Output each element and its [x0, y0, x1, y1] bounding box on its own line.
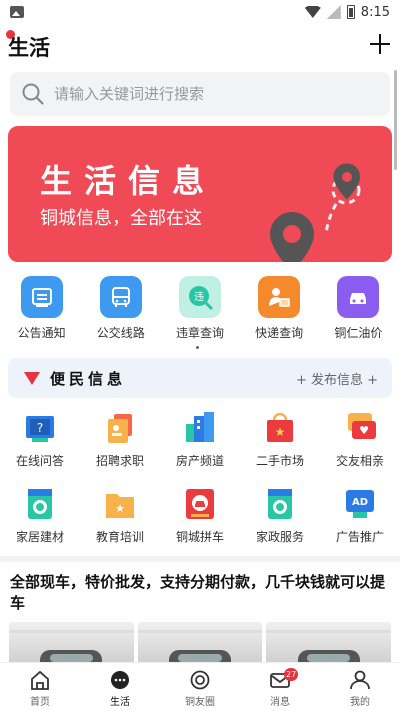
tab-label: 铜友圈 — [185, 697, 215, 708]
profile-icon — [350, 670, 370, 690]
grid-item-secondhand[interactable]: ★ 二手市场 — [240, 408, 320, 474]
tab-label: 生活 — [110, 697, 130, 708]
search-icon — [22, 83, 44, 105]
banner-subtitle: 铜城信息，全部在这 — [40, 208, 202, 229]
qa-book-icon: ? — [26, 416, 54, 442]
grid-item-label: 二手市场 — [255, 454, 304, 468]
scrollbar[interactable] — [394, 70, 397, 170]
tab-messages[interactable]: 27 消息 — [240, 663, 320, 711]
tab-label: 消息 — [270, 697, 290, 708]
courier-icon — [258, 276, 301, 318]
page-title: 生活 — [8, 36, 50, 60]
grid-item-recruit[interactable]: 招聘求职 — [80, 408, 160, 474]
section-header: 便民信息 + 发布信息 + — [8, 358, 392, 398]
status-bar: 8:15 — [0, 0, 400, 24]
grid-item-housekeeping[interactable]: 家政服务 — [240, 484, 320, 550]
shopping-bag-icon: ★ — [267, 412, 293, 442]
banner-title: 生活信息 — [40, 162, 217, 200]
grid-item-carpool[interactable]: 铜城拼车 — [160, 484, 240, 550]
grid-item-label: 广告推广 — [335, 530, 384, 544]
folder-star-icon: ★ — [106, 494, 134, 518]
carpool-icon — [186, 489, 214, 519]
recruit-icon — [108, 414, 132, 443]
grid-item-label: 交友相亲 — [335, 454, 384, 468]
add-icon[interactable] — [370, 34, 390, 54]
gallery-notification-icon — [10, 6, 24, 18]
grid-item-home-building[interactable]: 家居建材 — [0, 484, 80, 550]
tab-profile[interactable]: 我的 — [320, 663, 400, 711]
quick-item-courier[interactable]: 快递查询 — [241, 276, 317, 346]
bus-icon — [99, 276, 142, 318]
tab-label: 我的 — [350, 697, 370, 708]
car-fuel-icon — [337, 276, 380, 318]
quick-item-label: 违章查询 — [175, 326, 224, 340]
svg-text:违: 违 — [194, 291, 204, 303]
grid-item-label: 家居建材 — [15, 530, 64, 544]
battery-icon — [346, 5, 355, 19]
grid-item-ads[interactable]: AD 广告推广 — [320, 484, 400, 550]
grid-item-label: 家政服务 — [255, 530, 304, 544]
banner[interactable]: 生活信息 铜城信息，全部在这 — [8, 126, 392, 262]
post-card[interactable]: 全部现车，特价批发，支持分期付款，几千块钱就可以提车 — [0, 572, 400, 672]
svg-text:?: ? — [37, 421, 43, 435]
quick-item-label: 公告通知 — [17, 326, 66, 340]
svg-text:♥: ♥ — [359, 424, 369, 437]
chat-heart-icon: ♥ — [348, 413, 376, 439]
section-divider — [0, 556, 400, 562]
quick-item-bus[interactable]: 公交线路 — [83, 276, 159, 346]
grid-item-label: 教育培训 — [95, 530, 144, 544]
svg-text:AD: AD — [352, 497, 368, 508]
ad-icon: AD — [346, 490, 374, 518]
building-icon — [186, 412, 214, 442]
announcement-icon — [20, 276, 63, 318]
grid-item-label: 在线问答 — [15, 454, 64, 468]
search-input[interactable] — [54, 85, 354, 103]
signal-icon — [326, 5, 341, 19]
grid-item-qa[interactable]: ? 在线问答 — [0, 408, 80, 474]
tab-home[interactable]: 首页 — [0, 663, 80, 711]
grid-item-label: 招聘求职 — [95, 454, 144, 468]
grid-item-dating[interactable]: ♥ 交友相亲 — [320, 408, 400, 474]
bottom-tab-bar: 首页 生活 铜友圈 27 消息 我的 — [0, 662, 400, 711]
tab-label: 首页 — [30, 697, 50, 708]
quick-item-announcement[interactable]: 公告通知 — [4, 276, 80, 346]
svg-text:★: ★ — [115, 502, 125, 515]
violation-query-icon: 违 — [178, 276, 221, 318]
quick-item-label: 快递查询 — [255, 326, 304, 340]
map-pin-icon — [270, 163, 361, 262]
grid-item-label: 铜城拼车 — [175, 530, 224, 544]
circle-icon — [190, 670, 210, 690]
wifi-icon — [304, 6, 321, 18]
grid-item-education[interactable]: ★ 教育培训 — [80, 484, 160, 550]
section-title: 便民信息 — [50, 370, 127, 388]
quick-item-label: 铜仁油价 — [334, 326, 383, 340]
unread-badge: 27 — [284, 668, 299, 681]
pager-dot — [196, 346, 199, 349]
quick-item-label: 公交线路 — [96, 326, 145, 340]
grid-item-property[interactable]: 房产频道 — [160, 408, 240, 474]
tab-circle[interactable]: 铜友圈 — [160, 663, 240, 711]
quick-item-fuel[interactable]: 铜仁油价 — [320, 276, 396, 346]
search-bar[interactable] — [10, 72, 390, 116]
life-chat-icon — [111, 671, 129, 689]
publish-info-button[interactable]: + 发布信息 + — [296, 369, 378, 388]
grid-item-label: 房产频道 — [175, 454, 224, 468]
home-icon — [31, 670, 49, 690]
status-time: 8:15 — [360, 4, 390, 20]
post-title[interactable]: 全部现车，特价批发，支持分期付款，几千块钱就可以提车 — [0, 572, 400, 614]
washing-machine-icon — [28, 489, 52, 519]
quick-service-row: 公告通知 公交线路 违 违章查询 快递查询 铜仁油价 — [0, 276, 400, 346]
tab-life[interactable]: 生活 — [80, 663, 160, 711]
section-marker-icon — [24, 372, 40, 385]
svg-text:★: ★ — [275, 425, 286, 439]
app-header: 生活 — [0, 28, 400, 64]
service-grid: ? 在线问答 招聘求职 房产频道 ★ 二手市场 ♥ 交友相亲 家居建材 ★ 教育… — [0, 408, 400, 550]
quick-item-violation[interactable]: 违 违章查询 — [162, 276, 238, 346]
housekeeping-icon — [268, 489, 292, 519]
